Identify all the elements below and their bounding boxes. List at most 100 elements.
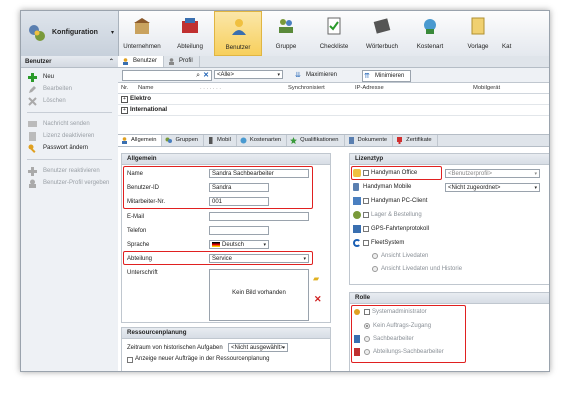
tab-qualifikationen[interactable]: Qualifikationen <box>287 135 345 146</box>
pc-client-label: Handyman PC-Client <box>371 198 428 204</box>
expand-all-icon: ⇊ <box>295 72 301 79</box>
config-switcher[interactable]: Konfiguration ▾ <box>21 11 119 56</box>
telefon-field[interactable] <box>209 226 269 235</box>
col-misc[interactable]: . . . . . . . <box>200 85 221 91</box>
panel-ressourcenplanung: Ressourcenplanung Zeitraum von historisc… <box>121 327 331 371</box>
sidebar: Benutzer ⌃ Neu Bearbeiten Löschen Nachri… <box>21 56 119 371</box>
app-window: Konfiguration ▾ Unternehmen Abteilung Be… <box>20 10 550 372</box>
action-neu[interactable]: Neu <box>21 71 118 83</box>
reactivate-icon <box>28 167 37 176</box>
col-device[interactable]: Mobilgerät <box>473 85 500 91</box>
sidebar-title: Benutzer <box>25 58 52 65</box>
action-loeschen[interactable]: Löschen <box>21 95 118 107</box>
tab-allgemein[interactable]: Allgemein <box>118 135 163 146</box>
clear-search-icon[interactable]: ✕ <box>203 71 209 80</box>
lager-checkbox[interactable] <box>363 212 369 218</box>
mobile-select[interactable]: <Nicht zugeordnet> ▾ <box>445 183 540 192</box>
tab-gruppen[interactable]: Gruppen <box>162 135 205 146</box>
fleet-checkbox[interactable] <box>363 240 369 246</box>
action-profil-vergeben[interactable]: Benutzer-Profil vergeben <box>21 177 118 189</box>
tab-zertifikate[interactable]: Zertifikate <box>393 135 438 146</box>
signature-image[interactable]: Kein Bild vorhanden <box>209 269 309 321</box>
remove-image-icon[interactable]: ✕ <box>314 294 322 305</box>
zeitraum-label: Zeitraum von historischen Aufgaben <box>127 345 223 351</box>
edit-icon <box>29 86 36 93</box>
top-tabs: Benutzer Profil <box>118 56 549 68</box>
minimize-button[interactable]: ⇈ Minimieren <box>362 70 412 82</box>
nav-vorlage[interactable]: Vorlage <box>454 11 502 56</box>
tab-benutzer[interactable]: Benutzer <box>118 56 165 67</box>
tab-dokumente[interactable]: Dokumente <box>345 135 394 146</box>
col-name[interactable]: Name <box>138 85 153 91</box>
action-lizenz[interactable]: Lizenz deaktivieren <box>21 130 118 142</box>
tab-kostenarten[interactable]: Kostenarten <box>237 135 288 146</box>
anzeige-checkbox[interactable] <box>127 357 133 363</box>
panel-title: Rolle <box>350 293 549 304</box>
highlight-box <box>123 251 313 265</box>
nav-abteilung[interactable]: Abteilung <box>166 11 214 56</box>
zeitraum-select[interactable]: <Nicht ausgewählt> ▾ <box>228 343 288 352</box>
panel-rolle: Rolle Systemadministrator Kein Auftrags-… <box>349 292 549 371</box>
search-input[interactable]: ⌕ ✕ <box>122 70 212 81</box>
action-passwort[interactable]: Passwort ändern <box>21 142 118 154</box>
filter-value: <Alle> <box>217 72 235 78</box>
tab-label: Zertifikate <box>406 137 432 143</box>
benutzerprofil-select[interactable]: <Benutzerprofil> ▾ <box>445 169 540 178</box>
panel-title: Lizenztyp <box>350 154 549 165</box>
chevron-down-icon[interactable]: ▾ <box>111 29 114 36</box>
filter-select[interactable]: <Alle> ▾ <box>214 70 283 79</box>
group-row[interactable]: + Elektro <box>118 94 549 105</box>
maximize-button[interactable]: ⇊ Maximieren <box>294 70 337 80</box>
action-reaktivieren[interactable]: Benutzer reaktivieren <box>21 165 118 177</box>
checklist-icon <box>327 17 341 35</box>
tab-label: Profil <box>179 58 193 64</box>
action-bearbeiten[interactable]: Bearbeiten <box>21 83 118 95</box>
tab-label: Kostenarten <box>249 137 282 143</box>
panel-allgemein: Allgemein Name Sandra Sachbearbeiter Ben… <box>121 153 331 323</box>
chevron-up-icon[interactable]: ⌃ <box>109 56 114 67</box>
group-row[interactable]: + International <box>118 105 549 116</box>
action-label: Neu <box>43 74 55 80</box>
maximize-label: Maximieren <box>306 72 338 78</box>
nav-benutzer[interactable]: Benutzer <box>214 11 262 56</box>
nav-kat[interactable]: Kat <box>502 11 522 56</box>
col-sync[interactable]: Synchronisiert <box>288 85 325 91</box>
search-icon[interactable]: ⌕ <box>196 71 200 80</box>
tab-mobil[interactable]: Mobil <box>204 135 237 146</box>
tab-profil[interactable]: Profil <box>164 56 200 67</box>
zeitraum-value: <Nicht ausgewählt> <box>231 345 284 351</box>
livedaten-historie-radio[interactable] <box>372 266 378 272</box>
action-nachricht[interactable]: Nachricht senden <box>21 118 118 130</box>
email-field[interactable] <box>209 212 309 221</box>
nav-gruppe[interactable]: Gruppe <box>262 11 310 56</box>
user-icon <box>123 58 128 65</box>
group-label: International <box>130 106 168 113</box>
nav-unternehmen[interactable]: Unternehmen <box>118 11 166 56</box>
livedaten-radio[interactable] <box>372 253 378 259</box>
expand-icon[interactable]: + <box>121 107 128 114</box>
sidebar-header: Benutzer ⌃ <box>21 56 118 68</box>
tab-label: Allgemein <box>131 137 157 143</box>
fleet-icon <box>353 239 361 247</box>
sprache-select[interactable]: Deutsch ▾ <box>209 240 269 249</box>
folder-icon[interactable]: ▰ <box>313 274 319 283</box>
col-ip[interactable]: IP-Adresse <box>355 85 384 91</box>
template-icon <box>471 17 485 35</box>
pc-client-checkbox[interactable] <box>363 198 369 204</box>
nav-woerterbuch[interactable]: Wörterbuch <box>358 11 406 56</box>
panel-title: Allgemein <box>122 154 330 165</box>
nav-kostenart[interactable]: Kostenart <box>406 11 454 56</box>
gps-checkbox[interactable] <box>363 226 369 232</box>
col-nr[interactable]: Nr. <box>121 85 128 91</box>
nav-checkliste[interactable]: Checkliste <box>310 11 358 56</box>
plus-icon <box>28 73 37 82</box>
sprache-label: Sprache <box>127 242 150 248</box>
highlight-box <box>123 166 313 209</box>
expand-icon[interactable]: + <box>121 96 128 103</box>
gps-icon <box>353 225 361 233</box>
dropdown-arrow-icon: ▾ <box>277 72 280 78</box>
handyman-mobile-icon <box>353 183 359 191</box>
cost-icon <box>424 19 436 34</box>
group-icon <box>165 137 173 143</box>
gps-label: GPS-Fahrtenprotokoll <box>371 226 430 232</box>
